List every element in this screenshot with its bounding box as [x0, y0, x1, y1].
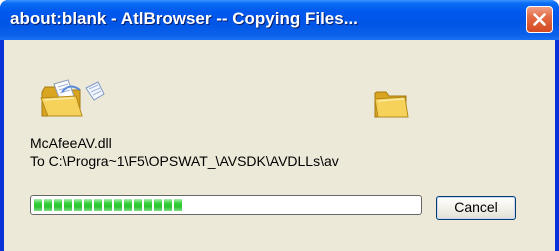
progress-block: [164, 199, 172, 211]
copying-file-name: McAfeeAV.dll: [30, 135, 112, 151]
progress-fill: [34, 199, 182, 211]
close-button[interactable]: [526, 6, 553, 33]
progress-block: [84, 199, 92, 211]
progress-block: [174, 199, 182, 211]
copy-destination-path: To C:\Progra~1\F5\OPSWAT_\AVSDK\AVDLLs\a…: [30, 153, 339, 169]
copy-progress-bar: [30, 195, 422, 215]
progress-block: [94, 199, 102, 211]
progress-block: [134, 199, 142, 211]
progress-block: [144, 199, 152, 211]
cancel-button[interactable]: Cancel: [436, 196, 516, 220]
progress-block: [124, 199, 132, 211]
progress-block: [54, 199, 62, 211]
progress-block: [64, 199, 72, 211]
progress-block: [104, 199, 112, 211]
title-bar[interactable]: about:blank - AtlBrowser -- Copying File…: [0, 0, 559, 40]
progress-block: [34, 199, 42, 211]
copy-dialog-window: about:blank - AtlBrowser -- Copying File…: [0, 0, 559, 251]
progress-block: [74, 199, 82, 211]
folder-with-flying-paper-icon: [40, 78, 112, 125]
folder-open-icon: [372, 87, 412, 126]
dialog-body: McAfeeAV.dll To C:\Progra~1\F5\OPSWAT_\A…: [4, 40, 555, 251]
progress-block: [114, 199, 122, 211]
progress-block: [154, 199, 162, 211]
progress-block: [44, 199, 52, 211]
close-icon: [533, 13, 546, 26]
window-title: about:blank - AtlBrowser -- Copying File…: [10, 9, 358, 28]
